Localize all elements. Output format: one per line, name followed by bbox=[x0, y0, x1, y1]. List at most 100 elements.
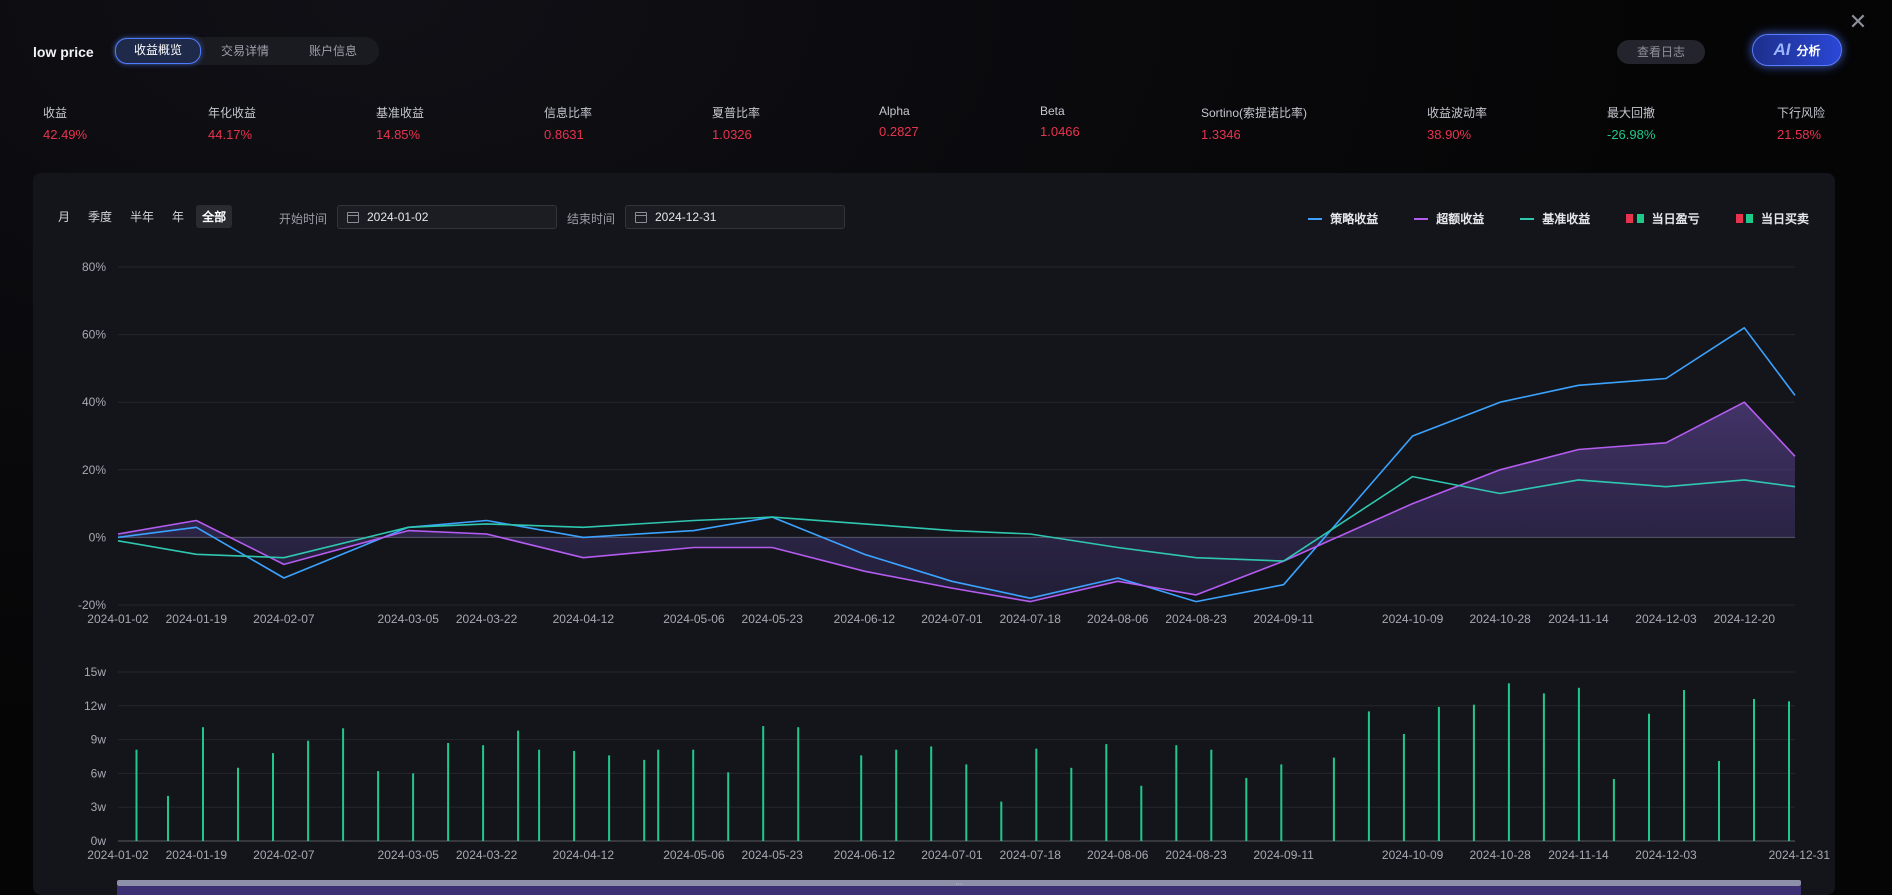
bar bbox=[342, 728, 345, 841]
bar bbox=[272, 753, 274, 841]
bar bbox=[307, 740, 310, 841]
bar bbox=[1245, 777, 1248, 841]
bar bbox=[202, 727, 204, 841]
x-tick-label: 2024-10-09 bbox=[1382, 848, 1444, 862]
bar bbox=[965, 764, 968, 841]
x-tick-label: 2024-05-06 bbox=[663, 848, 725, 862]
bar bbox=[1577, 687, 1580, 841]
bar bbox=[135, 749, 138, 841]
bar bbox=[1612, 779, 1615, 841]
x-tick-label: 2024-09-11 bbox=[1253, 612, 1314, 626]
y-tick-label: -20% bbox=[78, 598, 106, 612]
x-tick-label: 2024-10-28 bbox=[1469, 612, 1531, 626]
x-tick-label: 2024-10-09 bbox=[1382, 612, 1444, 626]
bar bbox=[1105, 744, 1108, 841]
x-tick-label: 2024-01-19 bbox=[166, 848, 228, 862]
y-tick-label: 0% bbox=[89, 530, 107, 544]
excess-area bbox=[118, 402, 1795, 602]
bar bbox=[1648, 713, 1650, 841]
bar bbox=[447, 743, 450, 841]
x-tick-label: 2024-01-19 bbox=[166, 612, 228, 626]
bar bbox=[762, 726, 765, 841]
bar bbox=[1367, 711, 1370, 841]
bar bbox=[643, 759, 646, 841]
bar bbox=[482, 745, 485, 841]
daily-volume-bar-chart: 15w 12w 9w 6w 3w 0w2024-01-02 2024-01-19 2024-0… bbox=[84, 665, 1830, 862]
zoom-slider[interactable]: ⋯ bbox=[117, 880, 1801, 895]
x-tick-label: 2024-03-05 bbox=[378, 612, 440, 626]
x-tick-label: 2024-11-14 bbox=[1548, 612, 1609, 626]
x-tick-label: 2024-03-22 bbox=[456, 612, 518, 626]
x-tick-label: 2024-04-12 bbox=[553, 612, 615, 626]
bar bbox=[1280, 764, 1283, 841]
bar bbox=[692, 749, 695, 841]
x-tick-label: 2024-12-03 bbox=[1635, 848, 1697, 862]
x-tick-label: 2024-03-22 bbox=[456, 848, 518, 862]
y-tick-label: 3w bbox=[91, 800, 107, 814]
x-tick-label: 2024-05-06 bbox=[663, 612, 725, 626]
bar bbox=[1402, 734, 1405, 841]
returns-line-chart: 80% 60% 40% 20% 0% -20%2024-01-02 2024-01-19 20… bbox=[78, 260, 1796, 626]
charts-canvas: 80%60%40%20%0%-20%2024-01-02 2024-01-19 20… bbox=[78, 260, 1830, 895]
bar bbox=[517, 730, 520, 841]
x-tick-label: 2024-06-12 bbox=[834, 612, 896, 626]
x-tick-label: 2024-02-07 bbox=[253, 848, 315, 862]
x-tick-label: 2024-07-01 bbox=[921, 612, 983, 626]
bar bbox=[1507, 683, 1510, 841]
bar bbox=[1788, 701, 1790, 841]
x-tick-label: 2024-02-07 bbox=[253, 612, 315, 626]
bar bbox=[930, 746, 933, 841]
x-tick-label: 2024-10-28 bbox=[1469, 848, 1531, 862]
bar bbox=[167, 795, 169, 841]
x-tick-label: 2024-08-06 bbox=[1087, 612, 1149, 626]
x-tick-label: 2024-12-31 bbox=[1769, 848, 1831, 862]
x-tick-label: 2024-01-02 bbox=[87, 612, 149, 626]
y-tick-label: 40% bbox=[82, 395, 106, 409]
y-tick-label: 0w bbox=[91, 834, 107, 848]
bar bbox=[1753, 699, 1755, 841]
bar bbox=[727, 772, 730, 841]
x-tick-label: 2024-11-14 bbox=[1548, 848, 1609, 862]
x-tick-label: 2024-08-06 bbox=[1087, 848, 1149, 862]
bar bbox=[412, 773, 415, 841]
x-tick-label: 2024-03-05 bbox=[378, 848, 440, 862]
x-tick-label: 2024-09-11 bbox=[1253, 848, 1314, 862]
y-tick-label: 80% bbox=[82, 260, 106, 274]
y-tick-label: 6w bbox=[91, 766, 107, 780]
y-tick-label: 60% bbox=[82, 328, 106, 342]
x-tick-label: 2024-07-18 bbox=[1000, 848, 1062, 862]
bar bbox=[377, 771, 380, 841]
bar bbox=[895, 749, 898, 841]
x-tick-label: 2024-07-18 bbox=[1000, 612, 1062, 626]
bar bbox=[1437, 706, 1440, 841]
x-tick-label: 2024-12-03 bbox=[1635, 612, 1697, 626]
x-tick-label: 2024-06-12 bbox=[834, 848, 896, 862]
x-tick-label: 2024-08-23 bbox=[1165, 848, 1227, 862]
x-tick-label: 2024-04-12 bbox=[553, 848, 615, 862]
bar bbox=[1472, 704, 1475, 841]
x-tick-label: 2024-07-01 bbox=[921, 848, 983, 862]
bar bbox=[608, 755, 611, 841]
y-tick-label: 12w bbox=[84, 699, 106, 713]
bar bbox=[1035, 748, 1038, 841]
bar bbox=[1332, 757, 1335, 841]
bar bbox=[1140, 785, 1143, 841]
bar bbox=[860, 755, 863, 841]
bar bbox=[1210, 749, 1213, 841]
bar bbox=[1000, 801, 1003, 841]
bar bbox=[1718, 761, 1720, 841]
y-tick-label: 15w bbox=[84, 665, 106, 679]
bar bbox=[1542, 693, 1545, 841]
bar bbox=[797, 727, 800, 841]
bar bbox=[1175, 745, 1178, 841]
zoom-slider-handle-icon[interactable]: ⋯ bbox=[956, 881, 963, 888]
bar bbox=[538, 749, 541, 841]
bar bbox=[657, 749, 660, 841]
x-tick-label: 2024-05-23 bbox=[742, 612, 804, 626]
y-tick-label: 9w bbox=[91, 733, 107, 747]
y-tick-label: 20% bbox=[82, 463, 106, 477]
x-tick-label: 2024-12-20 bbox=[1714, 612, 1776, 626]
x-tick-label: 2024-05-23 bbox=[742, 848, 804, 862]
x-tick-label: 2024-01-02 bbox=[87, 848, 149, 862]
bar bbox=[1070, 767, 1073, 841]
